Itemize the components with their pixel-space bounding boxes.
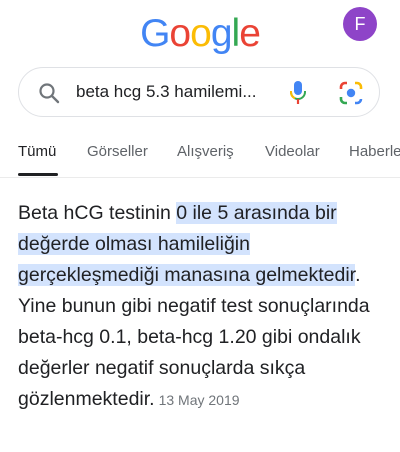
search-input[interactable]: beta hcg 5.3 hamilemi... <box>76 82 276 102</box>
snippet-text-prefix: Beta hCG testinin <box>18 202 177 224</box>
top-bar: Google F <box>0 0 400 62</box>
google-logo[interactable]: Google <box>0 12 400 56</box>
mic-icon[interactable] <box>286 79 310 107</box>
divider <box>0 177 400 178</box>
logo-letter: G <box>140 12 170 55</box>
logo-letter: o <box>190 12 212 55</box>
logo-letter: l <box>231 12 241 55</box>
tab-videos[interactable]: Videolar <box>265 143 320 160</box>
logo-letter: e <box>239 12 261 55</box>
account-avatar[interactable]: F <box>343 7 377 41</box>
active-tab-indicator <box>18 173 58 176</box>
google-lens-icon[interactable] <box>338 80 364 106</box>
search-icon[interactable] <box>37 81 61 105</box>
logo-letter: o <box>169 12 191 55</box>
tab-all[interactable]: Tümü <box>18 143 56 160</box>
featured-snippet: Beta hCG testinin 0 ile 5 arasında bir d… <box>18 198 390 416</box>
logo-letter: g <box>210 12 233 55</box>
search-box[interactable]: beta hcg 5.3 hamilemi... <box>18 67 380 117</box>
tab-news[interactable]: Haberler <box>349 143 400 160</box>
search-tabs: Tümü Görseller Alışveriş Videolar Haberl… <box>0 140 400 176</box>
snippet-date: 13 May 2019 <box>158 392 240 408</box>
tab-shopping[interactable]: Alışveriş <box>177 143 234 160</box>
tab-images[interactable]: Görseller <box>87 143 148 160</box>
